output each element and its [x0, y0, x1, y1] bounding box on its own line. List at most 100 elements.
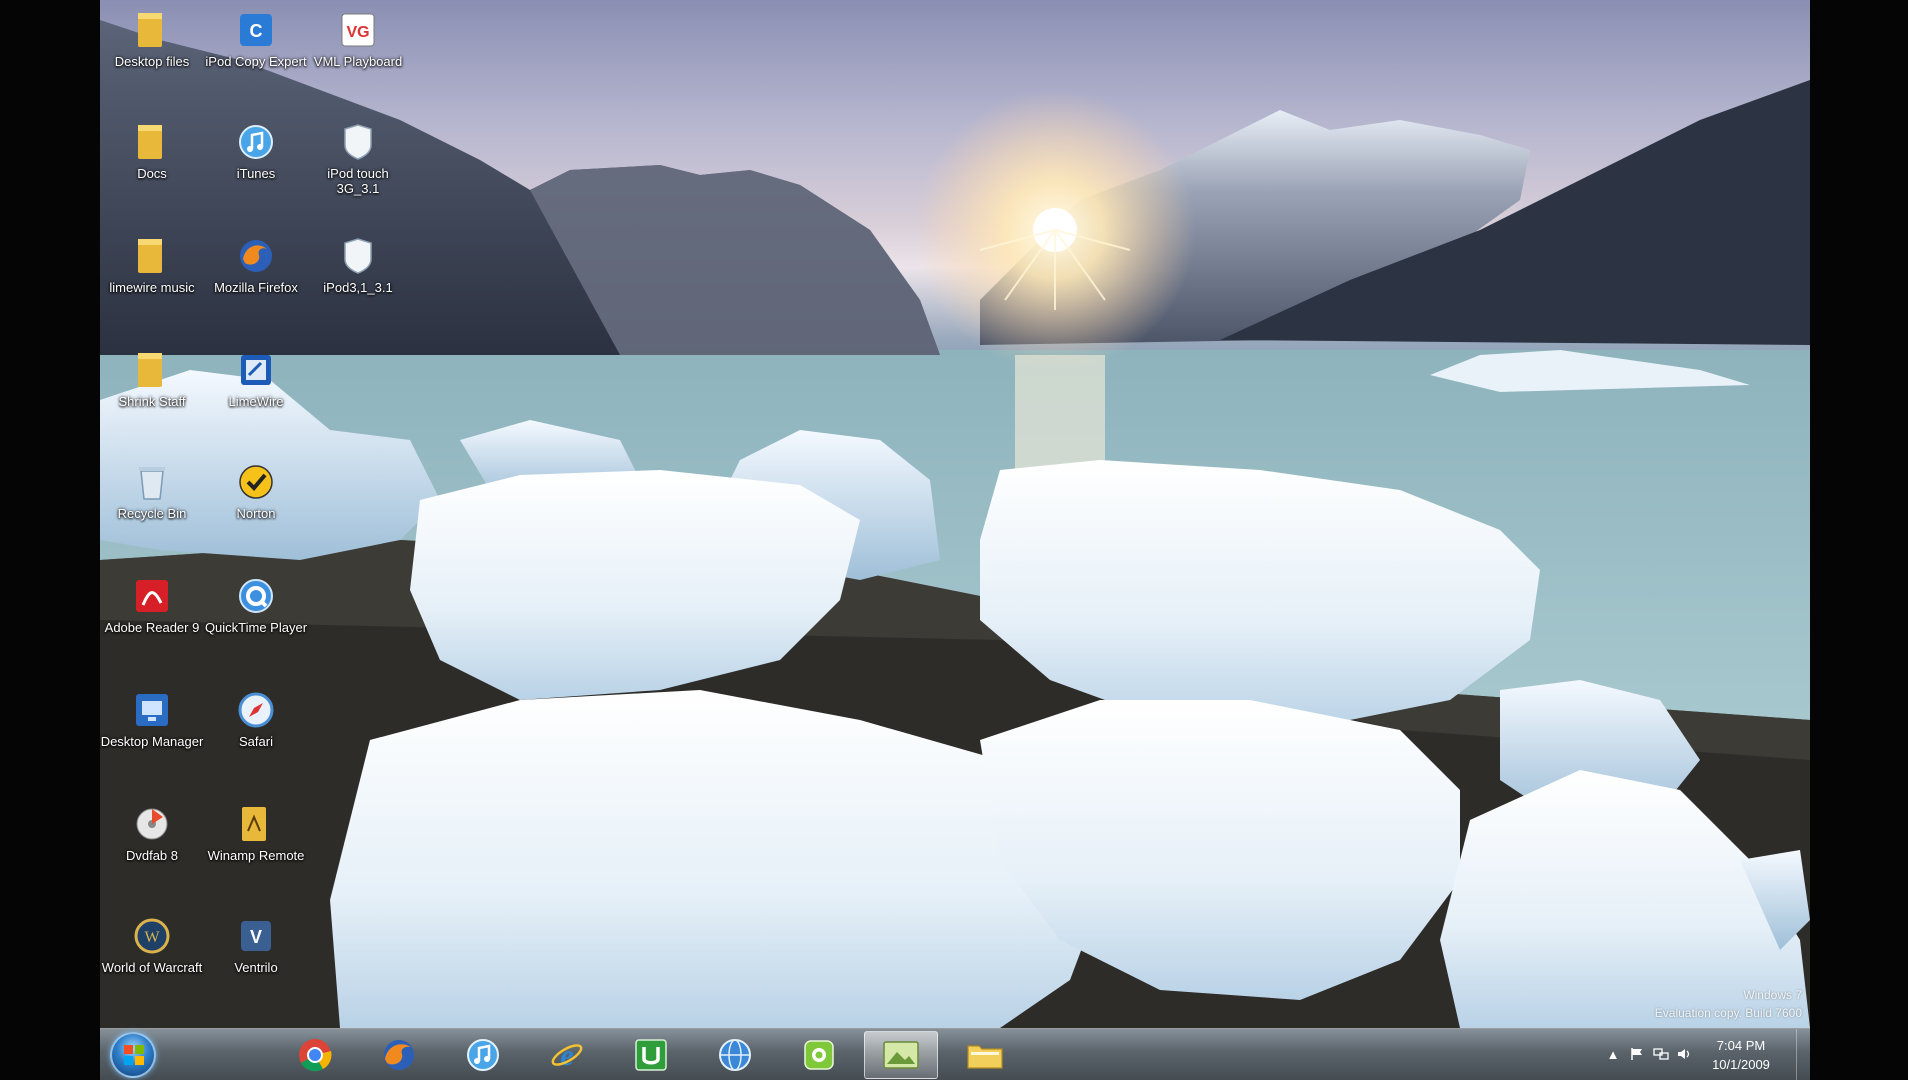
desktop-icon-label: iTunes [236, 166, 276, 181]
desktop-icon-safari[interactable]: Safari [204, 688, 308, 792]
windows-logo-icon [110, 1032, 156, 1078]
globe-icon [719, 1039, 751, 1071]
desktop-icon-label: iPod Copy Expert [205, 54, 307, 69]
firefox-icon [384, 1040, 414, 1070]
desktop-icon-label: Shrink Staff [118, 394, 186, 409]
svg-text:VG: VG [346, 24, 369, 41]
taskbar-clock[interactable]: 7:04 PM 10/1/2009 [1700, 1036, 1782, 1074]
desktop-icon-vml-playboard[interactable]: VG VML Playboard [306, 8, 410, 112]
left-letterbox [0, 0, 100, 1080]
desktop-icon-label: Adobe Reader 9 [104, 620, 200, 635]
desktop-icon-ipod-touch[interactable]: iPod touch 3G_3.1 [306, 120, 410, 224]
desktop-wallpaper[interactable]: Desktop files Docs limewire music Shrink… [100, 0, 1810, 1028]
recycle-bin-icon [130, 460, 174, 504]
desktop-icon-dvdfab[interactable]: Dvdfab 8 [100, 802, 204, 906]
taskbar-chrome-button[interactable] [278, 1031, 352, 1079]
volume-speaker-icon[interactable] [1676, 1045, 1694, 1063]
action-center-flag-icon[interactable] [1628, 1045, 1646, 1063]
desktop-icon-ipod-copy-expert[interactable]: C iPod Copy Expert [204, 8, 308, 112]
desktop-icon-ventrilo[interactable]: V Ventrilo [204, 914, 308, 1018]
network-icon[interactable] [1652, 1045, 1670, 1063]
desktop-icon-label: Desktop files [114, 54, 190, 69]
dvd-icon [130, 802, 174, 846]
taskbar-internet-explorer-button[interactable]: e [530, 1031, 604, 1079]
taskbar-explorer-button[interactable] [948, 1031, 1022, 1079]
firefox-icon [234, 234, 278, 278]
desktop-icon-quicktime-player[interactable]: QuickTime Player [204, 574, 308, 678]
desktop-icon-ipod-firmware[interactable]: iPod3,1_3.1 [306, 234, 410, 338]
taskbar: e ▲ 7:04 PM 10/1/2009 [100, 1028, 1810, 1080]
svg-text:V: V [250, 927, 262, 947]
desktop-icon-label: World of Warcraft [101, 960, 203, 975]
desktop-icon-label: VML Playboard [313, 54, 403, 69]
svg-text:W: W [144, 929, 160, 946]
desktop-icon-label: Docs [137, 166, 167, 181]
desktop-icon-label: LimeWire [228, 394, 284, 409]
desktop-icon-label: Dvdfab 8 [125, 848, 179, 863]
desktop-icon-label: Winamp Remote [207, 848, 305, 863]
safari-icon [234, 688, 278, 732]
clock-date: 10/1/2009 [1712, 1057, 1770, 1072]
desktop-icon-limewire[interactable]: LimeWire [204, 348, 308, 452]
adobe-reader-icon [130, 574, 174, 618]
system-tray: ▲ 7:04 PM 10/1/2009 [1570, 1029, 1810, 1080]
ventrilo-icon: V [234, 914, 278, 958]
desktop-icon-winamp-remote[interactable]: Winamp Remote [204, 802, 308, 906]
vlc-player-icon: VG [336, 8, 380, 52]
norton-icon [234, 460, 278, 504]
taskbar-globe-button[interactable] [698, 1031, 772, 1079]
desktop-icon-norton[interactable]: Norton [204, 460, 308, 564]
watermark-line1: Windows 7 [1743, 988, 1802, 1002]
ipod-copy-expert-icon: C [234, 8, 278, 52]
desktop-screen: Desktop files Docs limewire music Shrink… [100, 0, 1810, 1080]
right-letterbox [1810, 0, 1908, 1080]
desktop-icon-label: Mozilla Firefox [214, 280, 298, 295]
desktop-icon-label: Desktop Manager [100, 734, 204, 749]
desktop-icon-adobe-reader[interactable]: Adobe Reader 9 [100, 574, 204, 678]
taskbar-image-viewer-button[interactable] [864, 1031, 938, 1079]
desktop-icon-limewire-music[interactable]: limewire music [100, 234, 204, 338]
folder-icon [130, 348, 174, 392]
itunes-icon [467, 1039, 499, 1071]
green-app-icon [804, 1040, 834, 1070]
desktop-icon-label: Recycle Bin [117, 506, 187, 521]
show-hidden-icons-arrow-icon[interactable]: ▲ [1604, 1045, 1622, 1063]
desktop-icon-label: limewire music [109, 280, 195, 295]
start-button[interactable] [104, 1030, 162, 1080]
clock-time: 7:04 PM [1716, 1038, 1766, 1053]
world-of-warcraft-icon: W [130, 914, 174, 958]
desktop-icon-shrink-staff[interactable]: Shrink Staff [100, 348, 204, 452]
desktop-icon-label: Ventrilo [234, 960, 278, 975]
desktop-icon-docs[interactable]: Docs [100, 120, 204, 224]
ipod-firmware-icon [336, 234, 380, 278]
desktop-icon-label: iPod touch 3G_3.1 [327, 166, 389, 196]
taskbar-utorrent-button[interactable] [614, 1031, 688, 1079]
internet-explorer-icon: e [551, 1039, 583, 1072]
watermark-line2: Evaluation copy. Build 7600 [1654, 1006, 1802, 1020]
shortcut-icon [234, 348, 278, 392]
desktop-icon-label: Norton [236, 506, 276, 521]
chrome-icon [299, 1039, 332, 1072]
folder-icon [130, 120, 174, 164]
taskbar-green-app-button[interactable] [782, 1031, 856, 1079]
ipod-touch-icon [336, 120, 380, 164]
desktop-icon-world-of-warcraft[interactable]: W World of Warcraft [100, 914, 204, 1018]
desktop-icon-label: Safari [239, 734, 273, 749]
desktop-icon-desktop-manager[interactable]: Desktop Manager [100, 688, 204, 792]
desktop-icon-recycle-bin[interactable]: Recycle Bin [100, 460, 204, 564]
windows-watermark: Windows 7 Evaluation copy. Build 7600 [1655, 986, 1802, 1022]
desktop-icon-desktop-files[interactable]: Desktop files [100, 8, 204, 112]
desktop-icon-itunes[interactable]: iTunes [204, 120, 308, 224]
desktop-icon-label: iPod3,1_3.1 [323, 280, 393, 295]
winamp-icon [234, 802, 278, 846]
desktop-icon-label: QuickTime Player [204, 620, 308, 635]
folder-icon [967, 1045, 1003, 1069]
svg-text:e: e [560, 1039, 573, 1072]
taskbar-itunes-button[interactable] [446, 1031, 520, 1079]
taskbar-firefox-button[interactable] [362, 1031, 436, 1079]
image-viewer-icon [883, 1041, 919, 1069]
show-desktop-button[interactable] [1796, 1029, 1810, 1080]
utorrent-icon [635, 1039, 667, 1071]
desktop-icon-mozilla-firefox[interactable]: Mozilla Firefox [204, 234, 308, 338]
desktop-manager-icon [130, 688, 174, 732]
